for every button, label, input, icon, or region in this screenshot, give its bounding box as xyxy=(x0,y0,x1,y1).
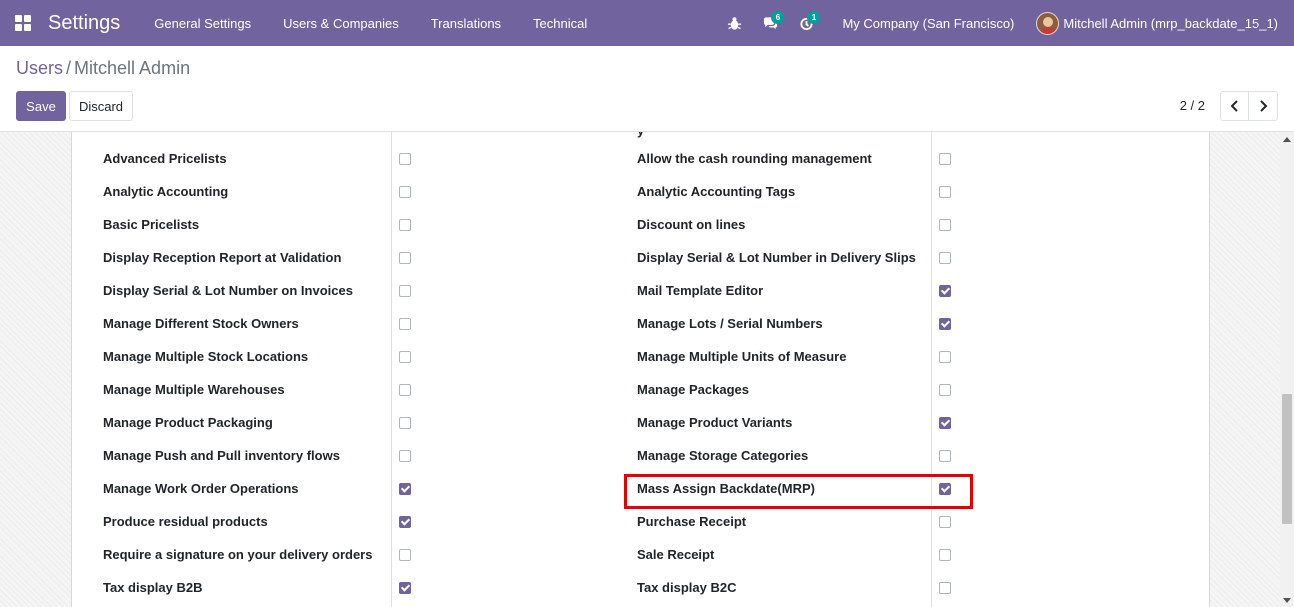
option-checkbox[interactable] xyxy=(939,252,951,264)
option-checkbox[interactable] xyxy=(399,483,411,495)
activity-clock-icon[interactable]: 1 xyxy=(788,0,824,46)
control-panel: Users / Mitchell Admin Save Discard 2 / 2 xyxy=(0,46,1294,132)
option-label: Display Reception Report at Validation xyxy=(103,250,342,265)
option-checkbox[interactable] xyxy=(939,153,951,165)
pager-previous-button[interactable] xyxy=(1220,91,1249,121)
option-checkbox[interactable] xyxy=(939,318,951,330)
option-checkbox[interactable] xyxy=(939,582,951,594)
option-label: Tax display B2C xyxy=(637,580,737,595)
option-label: Manage Multiple Units of Measure xyxy=(637,349,847,364)
option-label: Manage Product Variants xyxy=(637,415,793,430)
messages-icon[interactable]: 6 xyxy=(752,0,788,46)
option-label: Produce residual products xyxy=(103,514,268,529)
option-label: Manage Work Order Operations xyxy=(103,481,299,496)
save-button[interactable]: Save xyxy=(16,91,66,121)
user-name: Mitchell Admin (mrp_backdate_15_1) xyxy=(1063,15,1278,31)
breadcrumb-users-link[interactable]: Users xyxy=(16,58,63,78)
menu-users-companies[interactable]: Users & Companies xyxy=(267,0,415,46)
option-checkbox[interactable] xyxy=(939,219,951,231)
breadcrumb-separator: / xyxy=(66,58,72,78)
option-label: Require a signature on your delivery ord… xyxy=(103,547,373,562)
option-label: Analytic Accounting Tags xyxy=(637,184,796,199)
option-label: Manage Storage Categories xyxy=(637,448,809,463)
scroll-up-arrow-icon[interactable] xyxy=(1283,137,1291,142)
option-checkbox[interactable] xyxy=(399,417,411,429)
option-checkbox[interactable] xyxy=(399,186,411,198)
option-label: Manage Lots / Serial Numbers xyxy=(637,316,823,331)
option-checkbox[interactable] xyxy=(939,516,951,528)
option-checkbox[interactable] xyxy=(399,351,411,363)
column-divider xyxy=(391,132,392,607)
option-label: Purchase Receipt xyxy=(637,514,747,529)
systray: 6 1 My Company (San Francisco) Mitchell … xyxy=(716,0,1294,46)
option-label: Analytic Accounting xyxy=(103,184,229,199)
messages-badge: 6 xyxy=(771,11,785,24)
form-content-area: y Advanced Pricelists Analytic Accounting… xyxy=(0,132,1280,607)
option-checkbox[interactable] xyxy=(939,186,951,198)
option-label: Allow the cash rounding management xyxy=(637,151,872,166)
column-divider xyxy=(931,132,932,607)
option-checkbox[interactable] xyxy=(399,153,411,165)
option-label: Mail Template Editor xyxy=(637,283,764,298)
scroll-down-arrow-icon[interactable] xyxy=(1283,598,1291,603)
option-checkbox[interactable] xyxy=(399,582,411,594)
debug-bug-icon[interactable] xyxy=(716,0,752,46)
option-label: Manage Packages xyxy=(637,382,750,397)
option-checkbox[interactable] xyxy=(939,384,951,396)
option-checkbox[interactable] xyxy=(399,318,411,330)
company-switcher[interactable]: My Company (San Francisco) xyxy=(824,16,1030,31)
app-title[interactable]: Settings xyxy=(48,12,120,35)
option-label: Manage Multiple Warehouses xyxy=(103,382,285,397)
menu-general-settings[interactable]: General Settings xyxy=(138,0,267,46)
option-label: Basic Pricelists xyxy=(103,217,200,232)
apps-menu-icon[interactable] xyxy=(0,0,46,46)
breadcrumb-current: Mitchell Admin xyxy=(74,58,191,78)
option-label: Sale Receipt xyxy=(637,547,715,562)
option-label: Manage Multiple Stock Locations xyxy=(103,349,309,364)
activity-badge: 1 xyxy=(807,11,821,24)
breadcrumb: Users / Mitchell Admin xyxy=(16,58,190,79)
option-label: Discount on lines xyxy=(637,217,746,232)
option-label: Advanced Pricelists xyxy=(103,151,227,166)
menu-translations[interactable]: Translations xyxy=(415,0,517,46)
option-label: Manage Different Stock Owners xyxy=(103,316,299,331)
scrollbar-thumb[interactable] xyxy=(1282,394,1292,524)
pager-next-button[interactable] xyxy=(1249,91,1278,121)
option-checkbox[interactable] xyxy=(399,384,411,396)
option-label: Tax display B2B xyxy=(103,580,203,595)
option-checkbox[interactable] xyxy=(399,516,411,528)
option-label: Display Serial & Lot Number in Delivery … xyxy=(637,250,916,265)
vertical-scrollbar[interactable] xyxy=(1280,132,1294,607)
option-checkbox[interactable] xyxy=(939,285,951,297)
option-checkbox[interactable] xyxy=(399,450,411,462)
option-checkbox[interactable] xyxy=(939,450,951,462)
option-label: Manage Product Packaging xyxy=(103,415,273,430)
avatar xyxy=(1036,11,1060,35)
option-checkbox[interactable] xyxy=(939,351,951,363)
option-checkbox[interactable] xyxy=(939,549,951,561)
chevron-right-icon xyxy=(1260,100,1268,112)
pager-value[interactable]: 2 / 2 xyxy=(1180,98,1205,113)
option-checkbox[interactable] xyxy=(399,285,411,297)
top-navbar: Settings General Settings Users & Compan… xyxy=(0,0,1294,46)
option-label: Manage Push and Pull inventory flows xyxy=(103,448,340,463)
option-checkbox[interactable] xyxy=(399,252,411,264)
discard-button[interactable]: Discard xyxy=(69,91,133,121)
user-menu[interactable]: Mitchell Admin (mrp_backdate_15_1) xyxy=(1036,11,1294,35)
option-checkbox[interactable] xyxy=(399,219,411,231)
menu-technical[interactable]: Technical xyxy=(517,0,603,46)
clipped-row-text: y xyxy=(637,132,644,138)
form-sheet: y Advanced Pricelists Analytic Accounting… xyxy=(71,132,1210,607)
option-checkbox[interactable] xyxy=(939,417,951,429)
highlight-box xyxy=(624,474,973,509)
chevron-left-icon xyxy=(1230,100,1238,112)
option-label: Display Serial & Lot Number on Invoices xyxy=(103,283,353,298)
option-checkbox[interactable] xyxy=(399,549,411,561)
